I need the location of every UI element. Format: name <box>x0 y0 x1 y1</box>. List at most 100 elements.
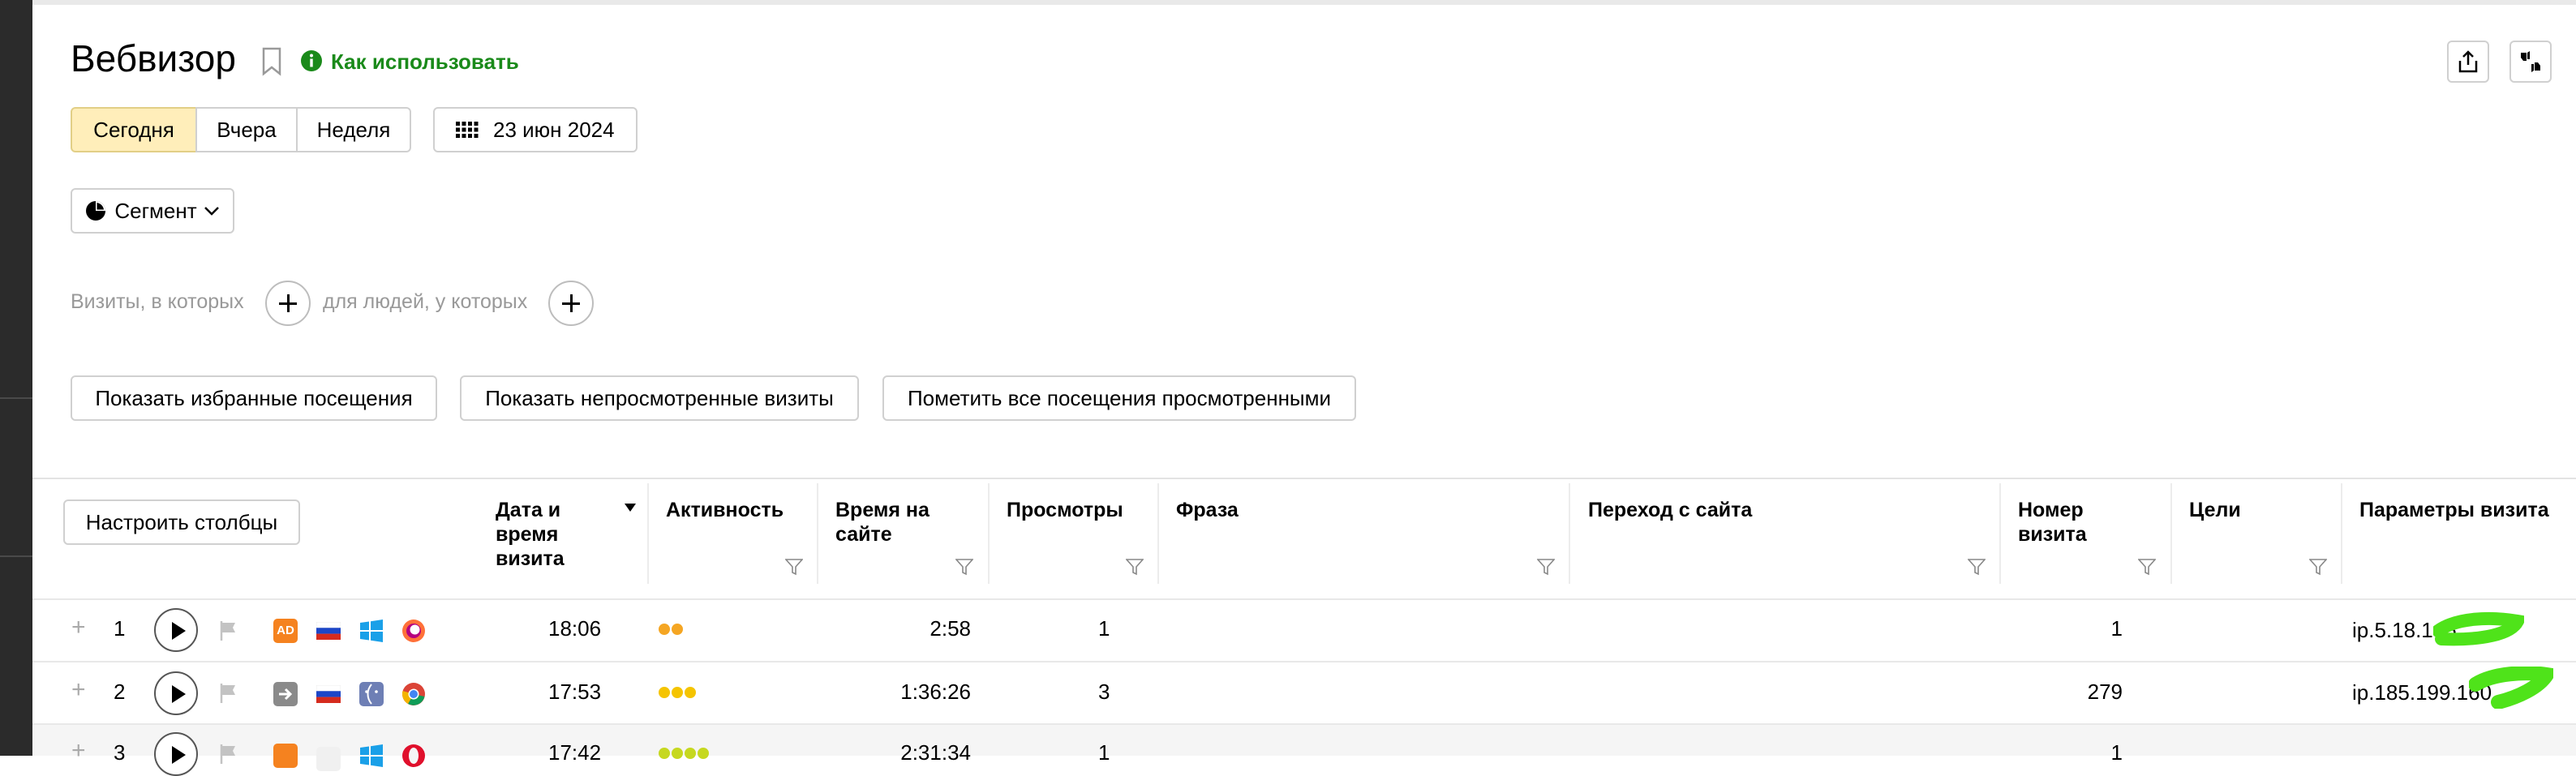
date-label: 23 июн 2024 <box>493 117 615 142</box>
sidebar-divider <box>0 397 32 399</box>
show-favorites-button[interactable]: Показать избранные посещения <box>71 375 437 421</box>
add-visit-condition-button[interactable] <box>265 281 311 326</box>
filter-icon[interactable] <box>2309 558 2327 576</box>
russia-flag-icon <box>316 685 341 703</box>
chevron-down-icon <box>204 207 219 216</box>
thumbs-icon <box>2521 51 2540 72</box>
row-number: 3 <box>114 740 126 765</box>
activity-dot <box>685 748 696 759</box>
column-header-views[interactable]: Просмотры <box>1007 498 1153 522</box>
column-header-datetime[interactable]: Дата и время визита <box>496 498 585 571</box>
direct-traffic-icon <box>273 682 298 706</box>
time-on-site: 1:36:26 <box>900 680 971 704</box>
filter-icon[interactable] <box>1126 558 1144 576</box>
flag-icon[interactable] <box>219 620 238 641</box>
column-header-time-on-site[interactable]: Время на сайте <box>835 498 957 547</box>
mark-all-viewed-button[interactable]: Пометить все посещения просмотренными <box>882 375 1356 421</box>
sidebar-divider <box>0 555 32 557</box>
flag-icon[interactable] <box>219 683 238 704</box>
macos-icon <box>359 682 384 706</box>
flag-icon[interactable] <box>219 744 238 765</box>
column-header-activity[interactable]: Активность <box>666 498 812 522</box>
configure-columns-button[interactable]: Настроить столбцы <box>63 499 300 545</box>
activity-dot <box>672 624 683 635</box>
segment-label: Сегмент <box>114 198 197 223</box>
ad-source-icon: AD <box>273 619 298 643</box>
share-icon <box>2458 50 2478 73</box>
chrome-icon <box>401 683 425 705</box>
ad-source-icon <box>273 744 298 768</box>
column-header-phrase[interactable]: Фраза <box>1176 498 1501 522</box>
show-unviewed-button[interactable]: Показать непросмотренные визиты <box>460 375 859 421</box>
calendar-grid-icon <box>456 122 479 138</box>
country-flag-icon <box>316 747 341 771</box>
activity-dot <box>672 748 683 759</box>
play-recording-button[interactable] <box>154 608 198 652</box>
column-header-visit-params[interactable]: Параметры визита <box>2359 498 2570 522</box>
filter-icon[interactable] <box>1968 558 1986 576</box>
filter-icon[interactable] <box>785 558 803 576</box>
segment-button[interactable]: Сегмент <box>71 188 234 234</box>
pie-chart-icon <box>86 201 106 221</box>
activity-dot <box>659 624 670 635</box>
period-week-button[interactable]: Неделя <box>296 107 411 152</box>
people-condition-label: для людей, у которых <box>323 290 528 313</box>
firefox-icon <box>402 620 425 642</box>
top-strip <box>32 0 2576 5</box>
column-separator <box>988 483 990 584</box>
expand-row-icon[interactable]: + <box>71 678 86 702</box>
column-separator <box>2341 483 2342 584</box>
views-count: 1 <box>1098 740 1110 765</box>
visit-number: 1 <box>2110 740 2123 765</box>
share-button[interactable] <box>2447 41 2489 83</box>
visit-number: 279 <box>2087 680 2123 704</box>
windows-icon <box>360 620 383 642</box>
how-to-use-link[interactable]: Как использовать <box>331 49 519 75</box>
bookmark-icon[interactable] <box>261 47 282 76</box>
sort-desc-icon[interactable] <box>625 503 636 512</box>
column-separator <box>1999 483 2001 584</box>
activity-dot <box>698 748 709 759</box>
redaction-scribble <box>2433 611 2524 646</box>
visits-condition-label: Визиты, в которых <box>71 290 244 313</box>
left-sidebar <box>0 0 32 756</box>
play-recording-button[interactable] <box>154 671 198 715</box>
activity-dot <box>659 687 670 698</box>
play-recording-button[interactable] <box>154 732 198 776</box>
visit-time: 17:42 <box>548 740 602 765</box>
filter-icon[interactable] <box>2138 558 2156 576</box>
column-separator <box>817 483 818 584</box>
visit-time: 18:06 <box>548 616 602 641</box>
period-yesterday-button[interactable]: Вчера <box>195 107 298 152</box>
time-on-site: 2:58 <box>930 616 971 641</box>
redaction-scribble <box>2469 667 2553 709</box>
column-separator <box>1569 483 1570 584</box>
visit-time: 17:53 <box>548 680 602 704</box>
russia-flag-icon <box>316 622 341 640</box>
column-separator <box>1157 483 1159 584</box>
visit-number: 1 <box>2110 616 2123 641</box>
views-count: 3 <box>1098 680 1110 704</box>
filter-icon[interactable] <box>1537 558 1555 576</box>
column-separator <box>2170 483 2172 584</box>
opera-icon <box>402 744 425 767</box>
table-top-border <box>32 478 2576 479</box>
row-number: 1 <box>114 616 126 641</box>
period-today-button[interactable]: Сегодня <box>71 107 197 152</box>
activity-dot <box>685 687 696 698</box>
column-header-visit-number[interactable]: Номер визита <box>2018 498 2115 547</box>
column-header-goals[interactable]: Цели <box>2189 498 2311 522</box>
expand-row-icon[interactable]: + <box>71 615 86 640</box>
info-icon <box>301 50 322 71</box>
row-number: 2 <box>114 680 126 704</box>
add-people-condition-button[interactable] <box>548 281 594 326</box>
windows-icon <box>360 744 383 767</box>
activity-dot <box>659 748 670 759</box>
feedback-button[interactable] <box>2509 41 2552 83</box>
views-count: 1 <box>1098 616 1110 641</box>
expand-row-icon[interactable]: + <box>71 739 86 763</box>
column-header-referrer[interactable]: Переход с сайта <box>1588 498 1913 522</box>
time-on-site: 2:31:34 <box>900 740 971 765</box>
filter-icon[interactable] <box>955 558 973 576</box>
date-picker-button[interactable]: 23 июн 2024 <box>433 107 638 152</box>
